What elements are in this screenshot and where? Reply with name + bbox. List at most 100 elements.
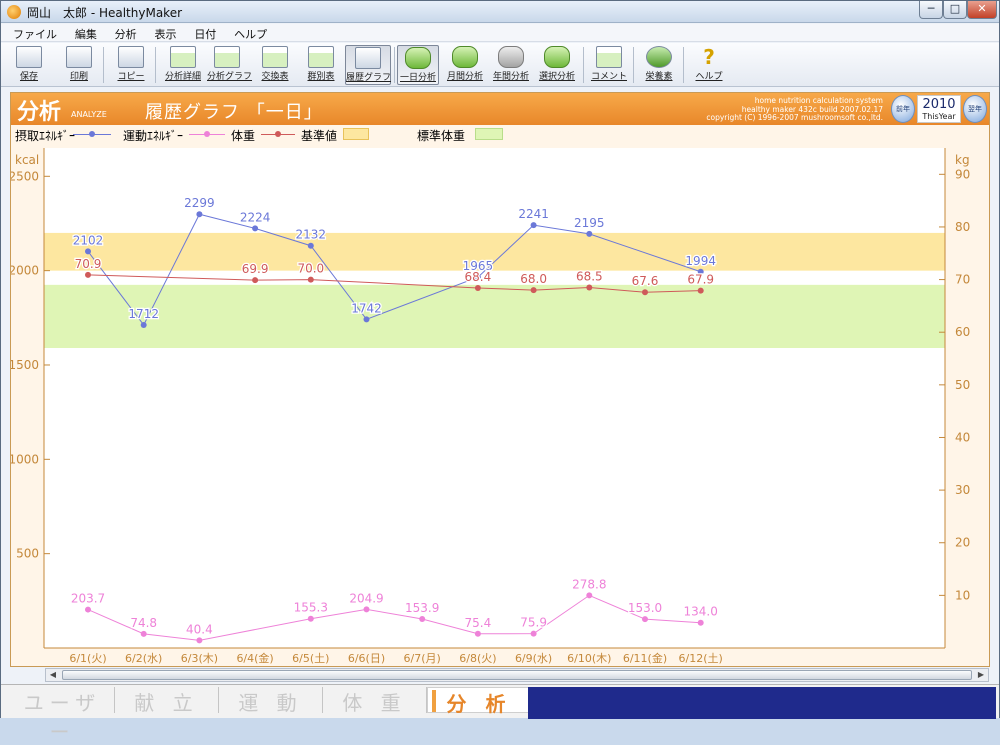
intake-point: [363, 316, 370, 323]
x-tick-label: 6/4(金): [236, 651, 273, 665]
tab-menu[interactable]: 献 立: [115, 687, 219, 715]
weight-data-label: 70.0: [297, 262, 324, 276]
tab-analysis[interactable]: 分 析: [427, 687, 531, 716]
next-year-button[interactable]: 翌年: [963, 95, 987, 123]
year-analysis-icon: [498, 46, 524, 68]
intake-data-label: 1994: [685, 254, 716, 268]
toolbar: 保存 印刷 コピー 分析詳細 分析グラフ 交換表 群別表 履歴グラフ 一日分析 …: [1, 43, 999, 87]
menu-date[interactable]: 日付: [186, 24, 222, 42]
weight-point: [252, 277, 259, 284]
exercise-data-label: 204.9: [349, 591, 383, 605]
exercise-data-label: 134.0: [684, 605, 718, 619]
weight-data-label: 70.9: [75, 257, 102, 271]
intake-data-label: 1742: [351, 301, 382, 315]
toolbar-separator: [394, 47, 395, 83]
right-tick-label: 20: [955, 536, 970, 550]
printer-icon: [66, 46, 92, 68]
history-graph-button[interactable]: 履歴グラフ: [345, 45, 391, 85]
x-tick-label: 6/5(土): [292, 652, 329, 665]
print-button[interactable]: 印刷: [59, 45, 99, 85]
app-icon: [7, 5, 21, 19]
year-analysis-button[interactable]: 年間分析: [491, 45, 531, 85]
print-label: 印刷: [69, 72, 88, 82]
legend-exercise: 運動ｴﾈﾙｷﾞｰ: [123, 129, 184, 143]
left-tick-label: 2000: [11, 264, 39, 278]
menu-help[interactable]: ヘルプ: [226, 24, 273, 42]
intake-data-label: 2195: [574, 216, 605, 230]
menu-edit[interactable]: 編集: [67, 24, 103, 42]
history-graph-icon: [355, 47, 381, 69]
analysis-graph-label: 分析グラフ: [207, 72, 253, 82]
scroll-left-arrow[interactable]: ◀: [46, 669, 60, 681]
select-analysis-button[interactable]: 選択分析: [537, 45, 577, 85]
month-analysis-button[interactable]: 月間分析: [445, 45, 485, 85]
legend-standard: 基準値: [301, 129, 338, 143]
intake-point: [252, 225, 259, 232]
chart-legend: 摂取ｴﾈﾙｷﾞｰ 運動ｴﾈﾙｷﾞｰ 体重 基準値 標準体重: [11, 126, 989, 143]
scroll-thumb[interactable]: [62, 670, 972, 680]
analysis-graph-button[interactable]: 分析グラフ: [207, 45, 253, 85]
x-tick-label: 6/9(水): [515, 652, 552, 665]
tab-weight[interactable]: 体 重: [323, 687, 427, 715]
weight-point: [642, 289, 648, 296]
intake-data-label: 2102: [73, 233, 104, 247]
day-analysis-button[interactable]: 一日分析: [397, 45, 439, 85]
group-table-button[interactable]: 群別表: [301, 45, 341, 85]
select-analysis-icon: [544, 46, 570, 68]
intake-point: [85, 248, 91, 255]
weight-point: [307, 276, 314, 283]
comment-button[interactable]: コメント: [589, 45, 629, 85]
x-tick-label: 6/1(火): [69, 652, 106, 665]
prev-year-button[interactable]: 前年: [891, 95, 915, 123]
menu-view[interactable]: 表示: [146, 24, 182, 42]
year-display: 2010 ThisYear: [917, 95, 961, 123]
exercise-point: [642, 616, 648, 623]
section-subtitle: ANALYZE: [71, 110, 107, 119]
left-axis-unit: kcal: [15, 153, 39, 167]
exchange-table-button[interactable]: 交換表: [255, 45, 295, 85]
exercise-point: [419, 615, 426, 622]
analysis-detail-button[interactable]: 分析詳細: [163, 45, 203, 85]
toolbar-separator: [683, 47, 684, 83]
close-button[interactable]: ✕: [967, 1, 997, 19]
weight-data-label: 67.9: [687, 273, 714, 287]
right-tick-label: 70: [955, 273, 970, 287]
weight-data-label: 69.9: [242, 262, 269, 276]
horizontal-scrollbar[interactable]: ◀ ▶: [45, 668, 989, 682]
minimize-button[interactable]: ─: [919, 1, 943, 19]
menu-analysis[interactable]: 分析: [107, 24, 143, 42]
comment-label: コメント: [590, 72, 627, 82]
title-bar[interactable]: 岡山 太郎 - HealthyMaker ─ □ ✕: [1, 1, 999, 23]
intake-point: [140, 321, 147, 328]
maximize-button[interactable]: □: [943, 1, 967, 19]
tab-user[interactable]: ユーザー: [11, 687, 115, 744]
bottom-tab-bar: ユーザー 献 立 運 動 体 重 分 析: [1, 684, 999, 744]
exchange-table-label: 交換表: [261, 72, 289, 82]
intake-data-label: 2299: [184, 196, 215, 210]
legend-weight-marker: [275, 131, 281, 137]
history-graph-label: 履歴グラフ: [346, 73, 392, 83]
x-tick-label: 6/2(水): [125, 652, 162, 665]
intake-data-label: 2224: [240, 210, 271, 224]
nutrient-button[interactable]: 栄養素: [639, 45, 679, 85]
toolbar-separator: [155, 47, 156, 83]
std-weight-band: [44, 284, 945, 348]
section-title: 分析: [17, 100, 62, 125]
menu-file[interactable]: ファイル: [5, 24, 63, 42]
save-label: 保存: [19, 72, 38, 82]
legend-std-weight-swatch: [475, 128, 503, 140]
copy-button[interactable]: コピー: [111, 45, 151, 85]
intake-point: [530, 222, 537, 229]
plot-area: [44, 148, 945, 648]
help-button[interactable]: ? ヘルプ: [689, 45, 729, 85]
save-button[interactable]: 保存: [9, 45, 49, 85]
scroll-right-arrow[interactable]: ▶: [974, 669, 988, 681]
nutrient-label: 栄養素: [645, 72, 673, 82]
exercise-data-label: 278.8: [572, 577, 606, 591]
floppy-icon: [16, 46, 42, 68]
exercise-data-label: 203.7: [71, 592, 105, 606]
exercise-data-label: 40.4: [186, 622, 213, 636]
tab-exercise[interactable]: 運 動: [219, 687, 323, 715]
left-tick-label: 1000: [11, 452, 39, 466]
analysis-detail-icon: [170, 46, 196, 68]
